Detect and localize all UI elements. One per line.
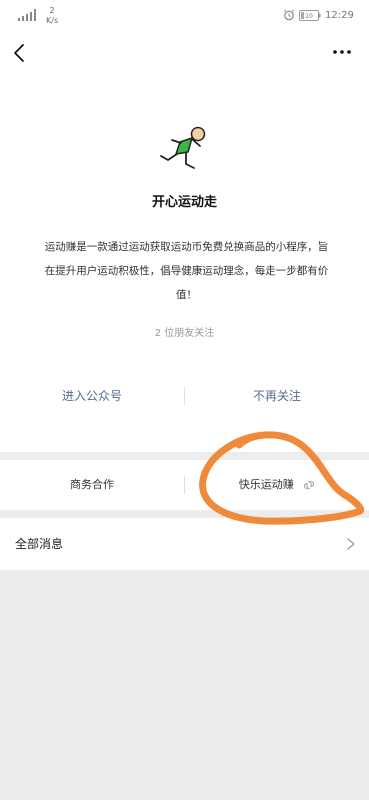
profile-actions: 进入公众号 不再关注 bbox=[0, 384, 369, 410]
runner-logo-icon bbox=[160, 126, 206, 169]
network-speed-value: 2 bbox=[49, 6, 55, 15]
battery-level: 10 bbox=[305, 13, 313, 20]
all-messages-label: 全部消息 bbox=[15, 537, 64, 551]
back-button[interactable] bbox=[10, 42, 30, 64]
menu-item-business[interactable]: 商务合作 bbox=[0, 460, 184, 510]
menu-item-mini-program-label: 快乐运动赚 bbox=[238, 478, 294, 491]
friends-following-count: 2 位朋友关注 bbox=[154, 328, 215, 339]
account-name: 开心运动走 bbox=[151, 195, 217, 210]
all-messages-row[interactable]: 全部消息 bbox=[0, 518, 369, 570]
account-description: 运动赚是一款通过运动获取运动币免费兑换商品的小程序，旨在提升用户运动积极性，倡导… bbox=[44, 241, 329, 301]
profile-card: 开心运动走 运动赚是一款通过运动获取运动币免费兑换商品的小程序，旨在提升用户运动… bbox=[0, 34, 369, 452]
enter-official-account-button[interactable]: 进入公众号 bbox=[0, 384, 184, 408]
account-menu-bar: 商务合作 快乐运动赚 bbox=[0, 460, 369, 510]
battery-icon: 10 bbox=[299, 10, 321, 21]
unfollow-button[interactable]: 不再关注 bbox=[185, 384, 369, 408]
status-time: 12:29 bbox=[325, 10, 354, 21]
status-bar: 2 K/s 10 12:29 bbox=[0, 0, 369, 34]
menu-item-mini-program[interactable]: 快乐运动赚 bbox=[185, 460, 369, 510]
signal-icon bbox=[18, 9, 36, 21]
network-speed: 2 K/s bbox=[46, 6, 58, 26]
mini-program-icon bbox=[304, 480, 315, 490]
more-dots-icon[interactable] bbox=[330, 44, 354, 60]
network-speed-unit: K/s bbox=[46, 16, 59, 25]
chevron-right-icon bbox=[347, 538, 355, 550]
alarm-icon bbox=[284, 9, 294, 21]
